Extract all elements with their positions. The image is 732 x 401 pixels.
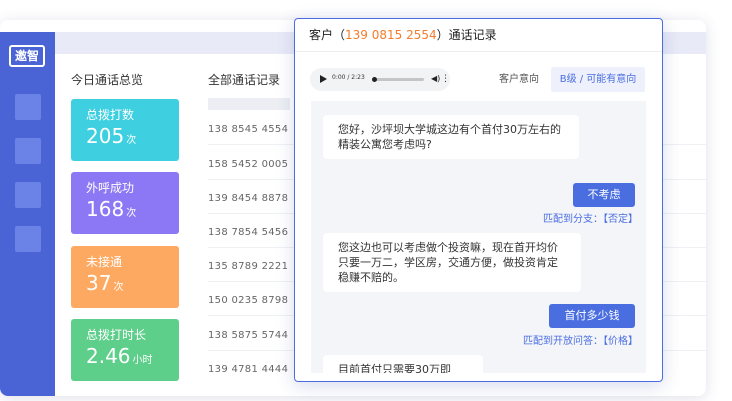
stat-card-missed[interactable]: 未接通 37 次	[71, 246, 179, 308]
audio-progress-track[interactable]	[372, 78, 424, 81]
chat-bubble-customer: 首付多少钱	[549, 304, 635, 328]
stage: 邀智 今日通话总览 总拨打数 205 次 外呼成功 168 次 未接通 37 次 总拨…	[0, 0, 732, 401]
summary-title: 今日通话总览	[71, 73, 144, 87]
record-phone[interactable]: 138 8545 4554	[208, 124, 288, 135]
stat-unit: 次	[126, 135, 137, 146]
dialog-title-prefix: 客户（	[309, 28, 346, 42]
stat-label: 总拨打时长	[86, 328, 147, 342]
sidebar-item-3[interactable]	[15, 182, 41, 208]
stat-label: 总拨打数	[86, 108, 135, 122]
stat-unit: 小时	[132, 355, 153, 366]
record-phone[interactable]: 158 5452 0005	[208, 159, 288, 170]
record-phone[interactable]: 150 0235 8798	[208, 295, 288, 306]
stat-label: 外呼成功	[86, 181, 135, 195]
stat-label: 未接通	[86, 255, 123, 269]
stat-value: 37	[86, 271, 112, 295]
stat-unit: 次	[126, 208, 137, 219]
audio-time: 0:00 / 2:23	[332, 74, 365, 81]
stat-card-duration[interactable]: 总拨打时长 2.46 小时	[71, 319, 179, 381]
call-record-dialog: 客户（139 0815 2554）通话记录 0:00 / 2:23 ◀) ⋮ 客…	[294, 18, 663, 382]
sidebar-item-2[interactable]	[15, 138, 41, 164]
chat-bubble-agent: 您这边也可以考虑做个投资嘛，现在首开均价只要一万二，学区房，交通方便，做投资肯定…	[323, 233, 581, 292]
dialog-title-suffix: ）通话记录	[436, 28, 497, 42]
customer-phone: 139 0815 2554	[345, 28, 437, 42]
dialog-title: 客户（139 0815 2554）通话记录	[295, 19, 662, 52]
record-phone[interactable]: 139 8454 8878	[208, 193, 288, 204]
intent-label: 客户意向	[499, 74, 539, 85]
audio-player[interactable]: 0:00 / 2:23 ◀) ⋮	[310, 68, 450, 91]
stat-value: 168	[86, 197, 125, 221]
chat-bubble-customer: 不考虑	[573, 183, 635, 207]
list-header	[208, 98, 290, 110]
sidebar-item-4[interactable]	[15, 226, 41, 252]
records-title: 全部通话记录	[208, 73, 281, 87]
stat-value: 2.46	[86, 344, 131, 368]
stat-card-connected[interactable]: 外呼成功 168 次	[71, 172, 179, 234]
stat-card-total-calls[interactable]: 总拨打数 205 次	[71, 99, 179, 161]
play-icon[interactable]	[320, 75, 327, 83]
app-logo: 邀智	[9, 45, 45, 67]
more-options-icon[interactable]: ⋮	[441, 73, 450, 85]
stat-value: 205	[86, 124, 125, 148]
record-phone[interactable]: 139 4781 4444	[208, 364, 288, 375]
chat-bubble-agent: 您好，沙坪坝大学城这边有个首付30万左右的精装公寓您考虑吗?	[323, 115, 579, 159]
chat-transcript[interactable]: 您好，沙坪坝大学城这边有个首付30万左右的精装公寓您考虑吗? 不考虑 匹配到分支…	[311, 101, 646, 373]
sidebar-item-1[interactable]	[15, 94, 41, 120]
record-phone[interactable]: 135 8789 2221	[208, 261, 288, 272]
match-branch-label: 匹配到开放问答：【价格】	[523, 336, 638, 347]
record-phone[interactable]: 138 5875 5744	[208, 330, 288, 341]
match-branch-label: 匹配到分支：【否定】	[543, 214, 638, 225]
record-phone[interactable]: 138 7854 5456	[208, 227, 288, 238]
intent-value: B级 / 可能有意向	[551, 67, 645, 92]
sidebar: 邀智	[0, 32, 55, 396]
volume-icon[interactable]: ◀)	[431, 74, 440, 84]
chat-bubble-agent: 目前首付只需要30万即可。	[323, 355, 483, 373]
stat-unit: 次	[113, 282, 124, 293]
audio-progress-handle[interactable]	[372, 77, 377, 82]
